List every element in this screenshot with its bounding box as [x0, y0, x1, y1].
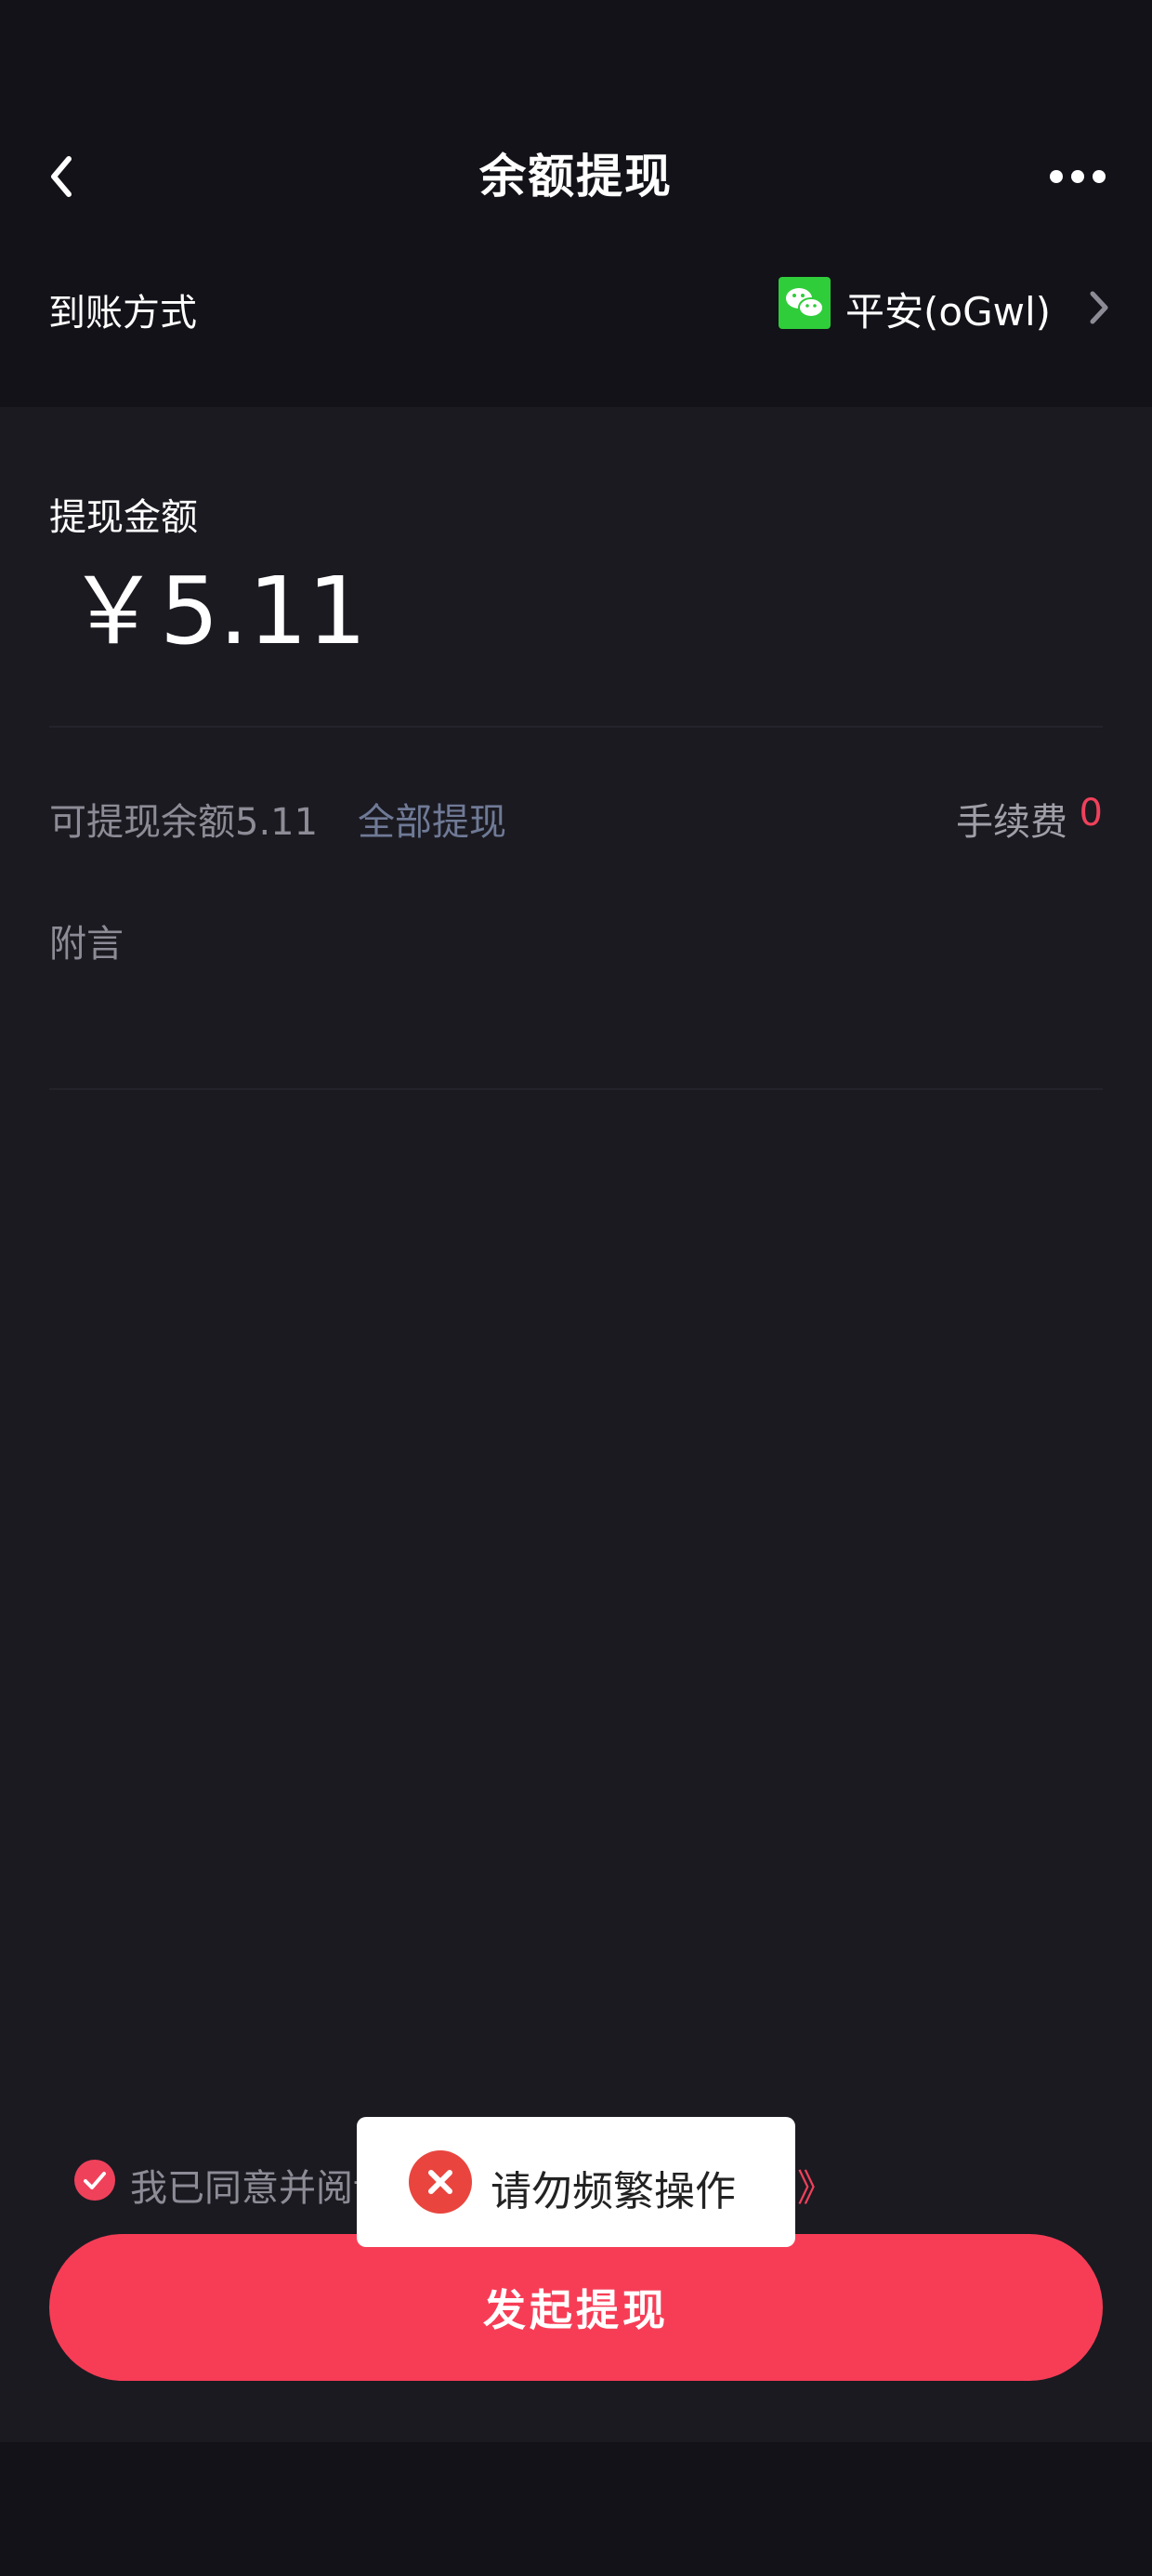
toast: 请勿频繁操作 — [357, 2117, 795, 2247]
divider — [49, 726, 1103, 728]
agreement-link[interactable]: 》 — [797, 2158, 834, 2212]
toast-message: 请勿频繁操作 — [491, 2168, 736, 2215]
page-title: 余额提现 — [479, 150, 673, 204]
balance-row: 可提现余额5.11 全部提现 手续费 0 — [49, 792, 1103, 848]
amount-label: 提现金额 — [49, 496, 198, 539]
withdraw-page: 余额提现 到账方式 平安(oGwl) 提现金额 ￥5.11 可提现余额5.11 … — [0, 0, 1152, 2576]
withdraw-all-link[interactable]: 全部提现 — [358, 792, 506, 846]
remark-field[interactable]: 附言 — [49, 913, 124, 967]
header-area: 余额提现 到账方式 平安(oGwl) — [0, 0, 1152, 407]
wechat-pay-icon — [779, 277, 831, 329]
divider — [49, 1088, 1103, 1090]
more-dot — [1093, 170, 1106, 183]
submit-withdraw-button[interactable]: 发起提现 — [49, 2234, 1103, 2381]
payout-method-row[interactable]: 到账方式 平安(oGwl) — [0, 260, 1152, 353]
fee-label: 手续费 — [956, 801, 1067, 844]
error-icon — [409, 2150, 472, 2214]
amount-input[interactable]: ￥5.11 — [67, 565, 367, 658]
available-balance: 可提现余额5.11 — [49, 801, 319, 844]
more-dot — [1071, 170, 1084, 183]
fee-value: 0 — [1079, 792, 1103, 835]
payout-method-label: 到账方式 — [48, 292, 197, 335]
more-button[interactable] — [1041, 153, 1115, 200]
agreement-text: 我已同意并阅读 — [130, 2167, 390, 2210]
more-dot — [1050, 170, 1063, 183]
payout-method-value: 平安(oGwl) — [845, 289, 1052, 335]
checkbox-checked-icon[interactable] — [74, 2160, 115, 2201]
chevron-right-icon — [1090, 291, 1108, 324]
